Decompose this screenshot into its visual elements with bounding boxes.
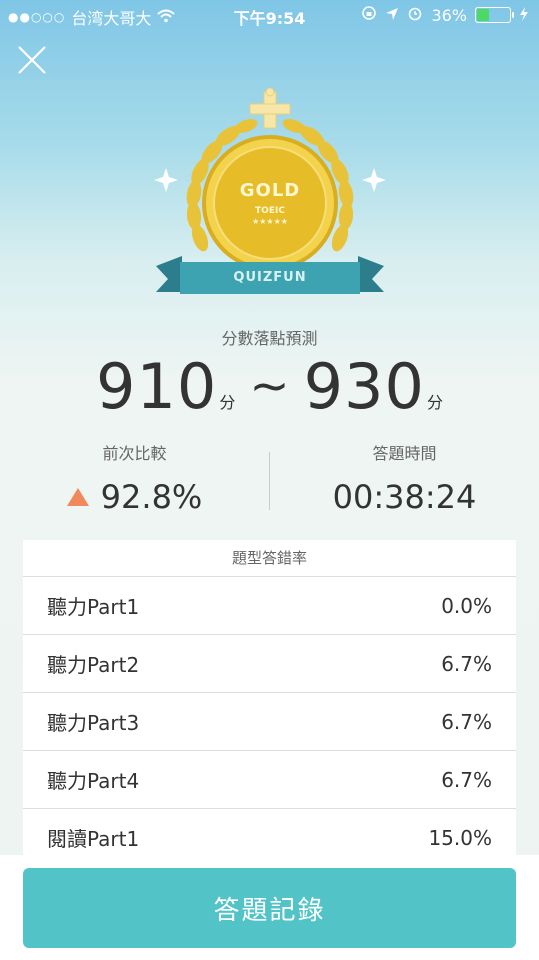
table-row[interactable]: 聽力Part2 6.7%	[23, 635, 516, 693]
row-value: 6.7%	[441, 767, 492, 792]
alarm-icon	[407, 5, 423, 25]
badge-main-text: GOLD	[239, 180, 301, 201]
row-name: 聽力Part3	[47, 711, 140, 735]
rotation-lock-icon	[361, 5, 377, 25]
up-arrow-icon	[66, 488, 89, 506]
compare-value-row: 92.8%	[0, 478, 269, 516]
badge-stars: ★★★★★	[252, 217, 288, 226]
close-button[interactable]	[16, 44, 48, 76]
prediction-label: 分數落點預測	[221, 329, 318, 348]
time-stat: 答題時間 00:38:24	[270, 440, 539, 516]
charging-icon	[519, 6, 529, 25]
battery-icon	[475, 7, 514, 23]
badge-ribbon-text: QUIZFUN	[233, 270, 307, 285]
time-label: 答題時間	[372, 444, 437, 463]
row-name: 聽力Part1	[47, 595, 140, 619]
answer-record-button[interactable]: 答題記錄	[23, 868, 516, 948]
compare-label: 前次比較	[102, 444, 167, 463]
status-right: 36%	[361, 5, 529, 25]
stats-divider	[269, 452, 270, 510]
table-row[interactable]: 聽力Part3 6.7%	[23, 693, 516, 751]
location-icon	[385, 6, 399, 25]
compare-value: 92.8%	[100, 478, 203, 516]
row-value: 15.0%	[428, 825, 492, 850]
score-high: 930	[303, 350, 425, 423]
row-name: 閱讀Part1	[47, 827, 140, 851]
score-range: 910 分 ~930 分	[0, 350, 539, 423]
close-icon	[18, 46, 46, 74]
score-separator: ~	[249, 358, 290, 414]
compare-stat: 前次比較 92.8%	[0, 440, 269, 516]
battery-percent: 36%	[431, 5, 467, 25]
score-low: 910	[96, 350, 218, 423]
score-high-unit: 分	[426, 393, 443, 412]
table-row[interactable]: 聽力Part4 6.7%	[23, 751, 516, 809]
row-value: 6.7%	[441, 651, 492, 676]
table-row[interactable]: 聽力Part1 0.0%	[23, 577, 516, 635]
status-bar: ●●○○○ 台湾大哥大 下午9:54 36%	[0, 0, 539, 30]
score-low-unit: 分	[219, 393, 236, 412]
badge-sub-text: TOEIC	[255, 206, 285, 216]
gold-badge: GOLD TOEIC ★★★★★ QUIZFUN	[150, 87, 390, 303]
row-value: 0.0%	[441, 593, 492, 618]
row-name: 聽力Part4	[47, 769, 140, 793]
table-row[interactable]: 閱讀Part1 15.0%	[23, 809, 516, 860]
row-name: 聽力Part2	[47, 653, 140, 677]
error-rate-table[interactable]: 題型答錯率 聽力Part1 0.0% 聽力Part2 6.7% 聽力Part3 …	[23, 540, 516, 860]
time-value: 00:38:24	[332, 478, 477, 516]
table-title: 題型答錯率	[23, 540, 516, 577]
row-value: 6.7%	[441, 709, 492, 734]
